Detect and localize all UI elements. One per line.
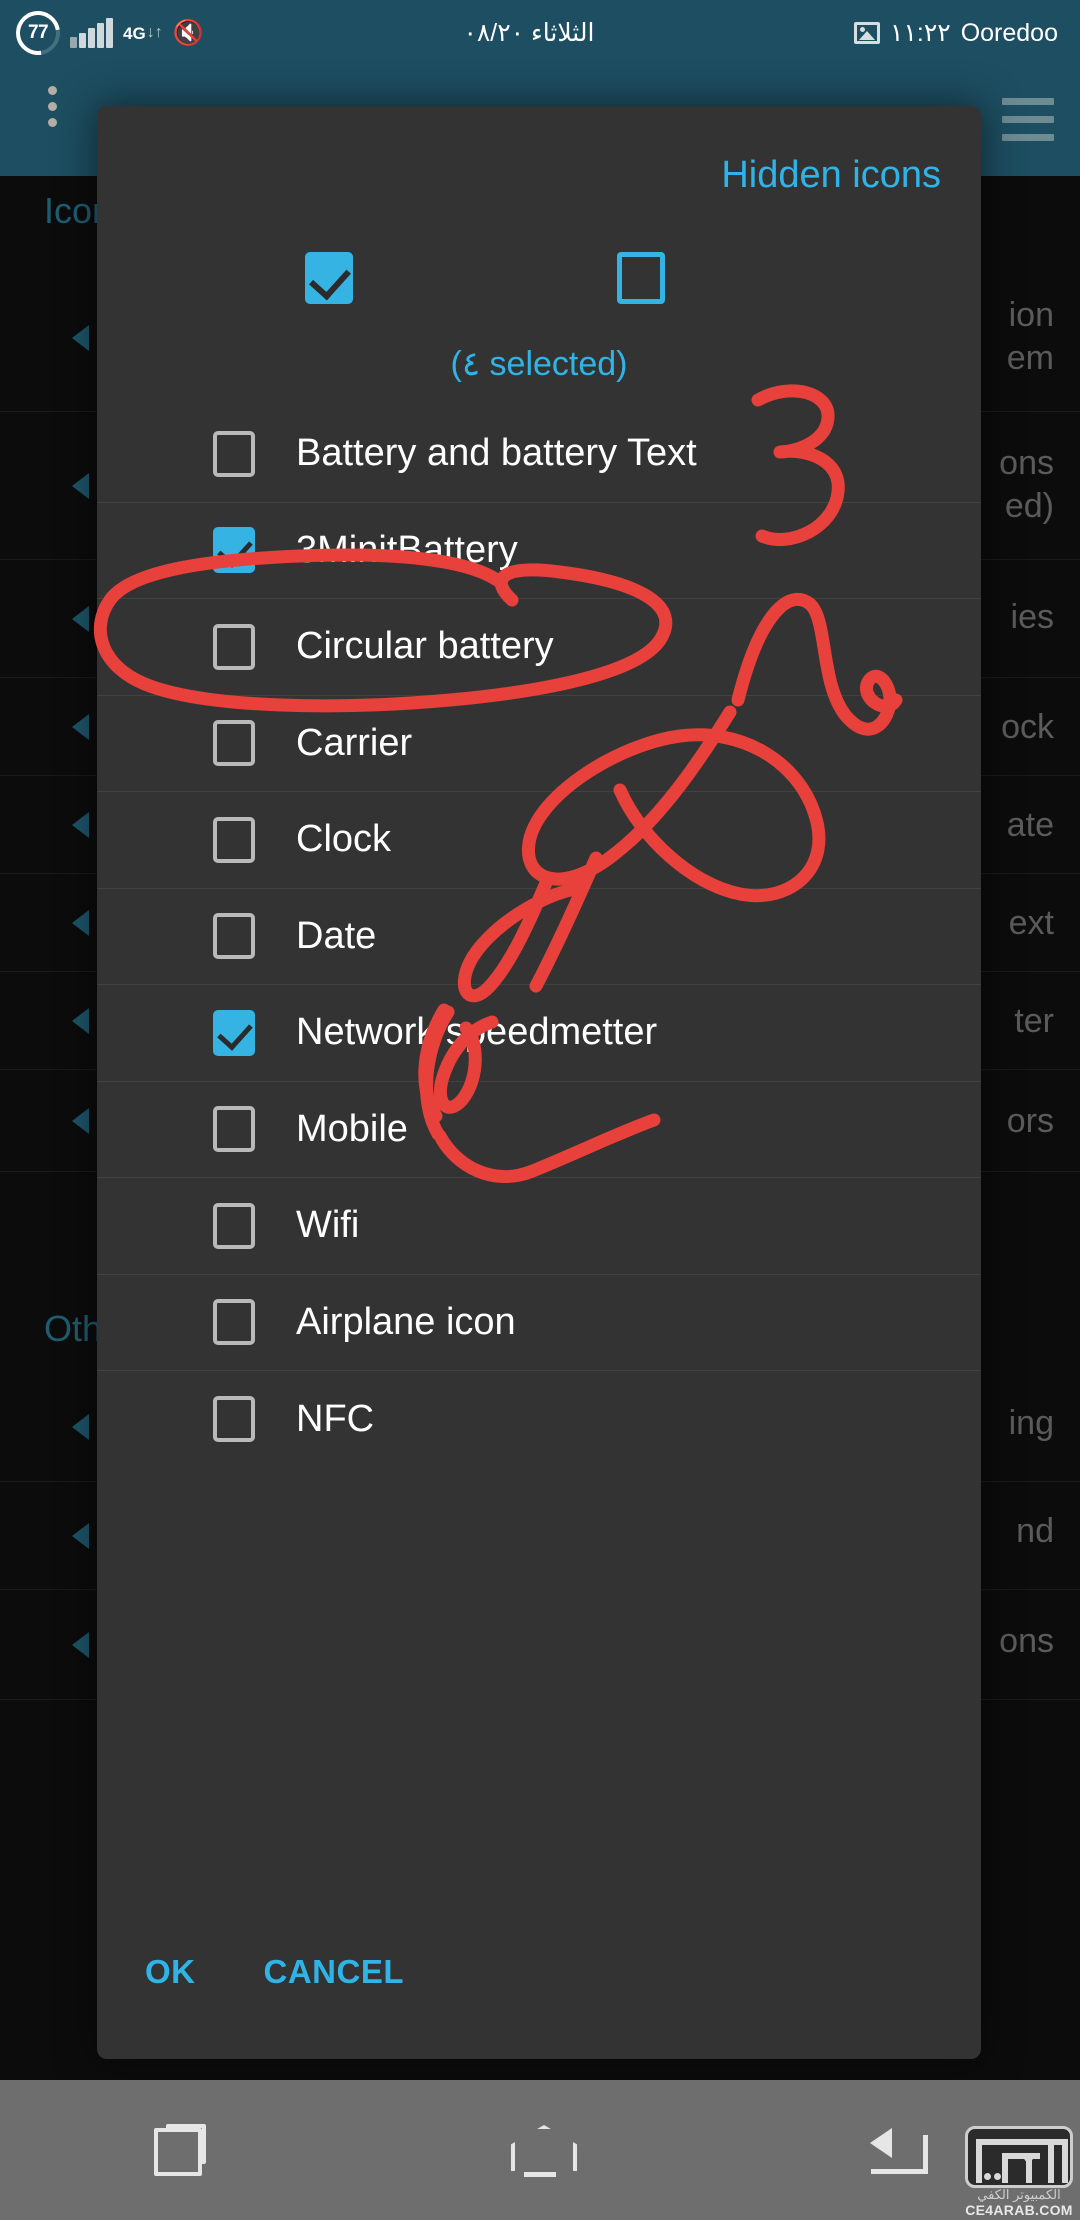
background-row-text: ate [1006,806,1054,844]
data-arrows-icon: ↓↑ [146,24,163,42]
overflow-menu-icon[interactable] [48,86,57,127]
chevron-left-icon [72,1631,89,1658]
background-row-text: ons ed) [999,444,1054,525]
signal-bars-icon [70,18,113,48]
phone-screen: Icon ion em ons ed) ies ock ate ext ter … [0,0,1080,2220]
list-item[interactable]: Circular battery [97,599,981,696]
list-item-label: Clock [296,818,392,861]
watermark-logo-icon [965,2125,1073,2188]
dialog-action-buttons: OK CANCEL [97,1943,981,2001]
item-checkbox[interactable] [213,1299,255,1346]
list-item-label: NFC [296,1397,375,1440]
background-row-text: ock [1001,708,1054,746]
network-type-text: 4G [123,23,146,43]
hidden-icons-list[interactable]: Battery and battery Text 3MinitBattery C… [97,406,981,1928]
chevron-left-icon [72,1413,89,1440]
list-item[interactable]: Mobile [97,1082,981,1178]
list-item-label: Network speedmetter [296,1011,658,1054]
watermark-url: CE4ARAB.COM [965,2202,1073,2218]
list-item[interactable]: Date [97,889,981,985]
circular-battery-icon: 77 [7,2,69,64]
list-item[interactable]: NFC [97,1371,981,1468]
background-row-text: ext [1008,904,1054,942]
background-row-text: ors [1006,1102,1054,1140]
item-checkbox[interactable] [213,527,255,574]
navigation-bar [0,2080,1080,2220]
chevron-left-icon [72,324,89,351]
battery-percent-text: 77 [27,21,49,43]
watermark-arabic-text: الكمبيوتر الكفي [977,2186,1061,2202]
hidden-icons-dialog: Hidden icons (٤ selected) Battery and ba… [97,106,981,2059]
list-item[interactable]: Airplane icon [97,1275,981,1371]
chevron-left-icon [72,1107,89,1134]
status-bar-right: ١١:٢٢ Ooredoo [854,18,1080,48]
status-bar-left: 77 4G ↓↑ 🔇 [0,2,204,64]
item-checkbox[interactable] [213,1106,255,1153]
selected-count-label: (٤ selected) [450,345,628,383]
list-item[interactable]: Wifi [97,1178,981,1275]
item-checkbox[interactable] [213,720,255,767]
background-row-text: ion em [1006,296,1054,377]
4g-data-icon: 4G ↓↑ [123,25,163,42]
chevron-left-icon [72,605,89,632]
list-item-label: Airplane icon [296,1300,516,1343]
status-bar-carrier: Ooredoo [960,18,1058,47]
chevron-left-icon [72,1522,89,1549]
status-bar: 77 4G ↓↑ 🔇 الثلاثاء ٠٨/٢٠ ١١:٢٢ Ooredoo [0,0,1080,66]
chevron-left-icon [72,909,89,936]
cancel-button[interactable]: CANCEL [252,1943,417,2001]
list-item-label: Circular battery [296,625,554,668]
recent-apps-button[interactable] [0,2124,360,2176]
home-icon [511,2125,569,2177]
item-checkbox[interactable] [213,1396,255,1443]
vibrate-mute-icon: 🔇 [172,18,204,47]
chevron-left-icon [72,811,89,838]
recent-apps-icon [154,2124,206,2176]
list-item[interactable]: Battery and battery Text [97,406,981,503]
screenshot-image-icon [854,22,881,44]
background-row-text: ing [1008,1404,1054,1442]
list-item[interactable]: 3MinitBattery [97,503,981,599]
chevron-left-icon [72,1007,89,1034]
list-item-label: Carrier [296,721,413,764]
background-row-text: ies [1010,598,1054,636]
list-item[interactable]: Network speedmetter [97,985,981,1082]
status-bar-date: الثلاثاء ٠٨/٢٠ [463,19,595,47]
list-item[interactable]: Carrier [97,696,981,792]
background-row-text: ons [999,1622,1054,1660]
status-bar-time: ١١:٢٢ [890,19,951,47]
hamburger-menu-icon[interactable] [1002,98,1054,141]
list-item-label: Mobile [296,1107,408,1150]
list-item-label: Battery and battery Text [296,432,697,475]
background-row-text: nd [1016,1512,1054,1550]
ok-button[interactable]: OK [133,1943,208,2001]
hidden-all-checkbox[interactable] [617,252,665,304]
item-checkbox[interactable] [213,623,255,670]
item-checkbox[interactable] [213,816,255,863]
chevron-left-icon [72,472,89,499]
select-all-checkbox[interactable] [305,252,353,304]
item-checkbox[interactable] [213,430,255,477]
chevron-left-icon [72,713,89,740]
item-checkbox[interactable] [213,1009,255,1056]
list-item-label: Wifi [296,1204,360,1247]
list-item-label: 3MinitBattery [296,528,518,571]
home-button[interactable] [360,2125,720,2177]
background-row-text: ter [1014,1002,1054,1040]
item-checkbox[interactable] [213,1202,255,1249]
back-arrow-icon [870,2126,928,2174]
select-all-toggles [97,252,981,314]
item-checkbox[interactable] [213,913,255,960]
dialog-title: Hidden icons [721,154,941,196]
list-item-label: Date [296,914,377,957]
site-watermark: الكمبيوتر الكفي CE4ARAB.COM [962,2120,1076,2218]
list-item[interactable]: Clock [97,792,981,889]
